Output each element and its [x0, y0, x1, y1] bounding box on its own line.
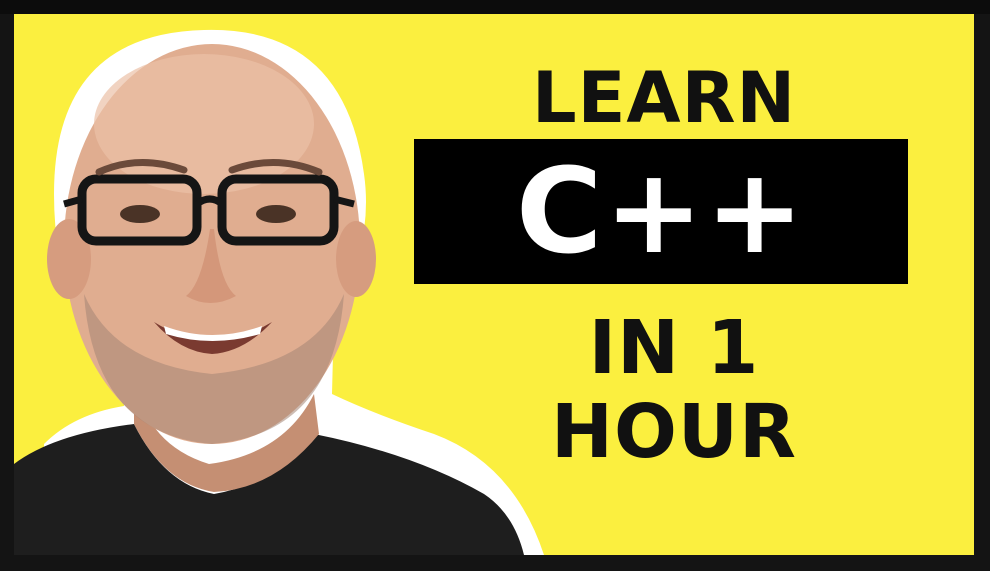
title-block: LEARN C++ IN 1 HOUR: [414, 14, 974, 555]
title-in-1-hour: IN 1 HOUR: [551, 305, 797, 475]
video-frame: LEARN C++ IN 1 HOUR: [0, 0, 990, 571]
video-thumbnail[interactable]: LEARN C++ IN 1 HOUR: [14, 14, 974, 555]
title-cpp: C++: [515, 142, 807, 280]
title-learn: LEARN: [532, 57, 797, 139]
cpp-highlight-box: C++: [414, 139, 908, 284]
top-border: [0, 0, 990, 14]
